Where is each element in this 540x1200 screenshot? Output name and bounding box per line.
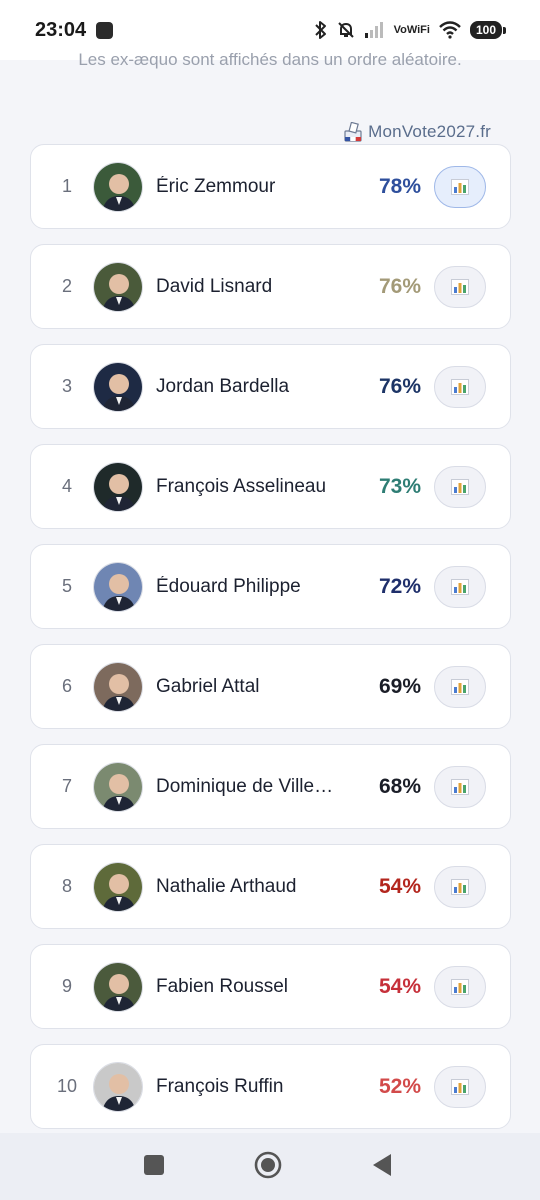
notification-square-icon (96, 21, 114, 39)
bar-chart-icon (451, 878, 469, 895)
system-nav-bar (0, 1133, 540, 1200)
candidate-rank: 1 (61, 176, 72, 196)
candidate-name: François Asselineau (156, 475, 327, 497)
candidate-rank: 7 (61, 776, 72, 796)
candidate-name: Gabriel Attal (156, 675, 260, 697)
bluetooth-icon (314, 20, 328, 40)
wifi-icon (438, 21, 462, 39)
candidate-rank: 3 (61, 376, 72, 396)
candidate-percent: 76% (378, 374, 421, 398)
candidate-rank: 2 (61, 276, 72, 296)
candidate-name: Édouard Philippe (156, 575, 301, 597)
cell-signal-icon (364, 21, 386, 39)
chart-button[interactable] (434, 465, 486, 508)
candidate-avatar (93, 161, 143, 212)
candidate-avatar (93, 761, 143, 812)
chart-button[interactable] (434, 965, 486, 1008)
bar-chart-icon (451, 478, 469, 495)
candidate-avatar (93, 661, 143, 712)
chart-button[interactable] (434, 565, 486, 608)
candidate-name: Dominique de Ville… (156, 775, 334, 797)
candidate-rank: 9 (61, 976, 72, 996)
candidate-rank: 5 (61, 576, 72, 596)
bar-chart-icon (451, 278, 469, 295)
candidate-list: 1 Éric Zemmour 78% 2 David Lisnard 76% 3 Jordan… (30, 144, 511, 1144)
vowifi-icon: Vo WiFi (393, 23, 430, 36)
ballot-box-icon (344, 122, 362, 142)
bar-chart-icon (451, 678, 469, 695)
recents-square-icon[interactable] (144, 1155, 164, 1175)
chart-button[interactable] (434, 665, 486, 708)
candidate-name: Fabien Roussel (156, 975, 289, 997)
bar-chart-icon (451, 578, 469, 595)
candidate-rank: 6 (61, 676, 72, 696)
bar-chart-icon (451, 1078, 469, 1095)
candidate-avatar (93, 861, 143, 912)
brand-label: MonVote2027.fr (368, 122, 491, 141)
candidate-row[interactable]: 5 Édouard Philippe 72% (30, 544, 511, 629)
chart-button[interactable] (434, 165, 486, 208)
status-left: 23:04 (35, 18, 114, 42)
candidate-rank: 10 (56, 1076, 78, 1096)
candidate-name: David Lisnard (156, 275, 273, 297)
candidate-row[interactable]: 7 Dominique de Ville… 68% (30, 744, 511, 829)
chart-button[interactable] (434, 265, 486, 308)
candidate-percent: 68% (378, 774, 421, 798)
chart-button[interactable] (434, 765, 486, 808)
chart-button[interactable] (434, 365, 486, 408)
candidate-row[interactable]: 1 Éric Zemmour 78% (30, 144, 511, 229)
candidate-percent: 76% (378, 274, 421, 298)
status-right: Vo WiFi 100 (314, 20, 507, 40)
vowifi-bottom: WiFi (406, 23, 430, 36)
bar-chart-icon (451, 778, 469, 795)
bar-chart-icon (451, 978, 469, 995)
tie-note: Les ex-æquo sont affichés dans un ordre … (78, 50, 462, 69)
vowifi-top: Vo (393, 23, 407, 36)
candidate-percent: 72% (378, 574, 421, 598)
candidate-percent: 54% (378, 974, 421, 998)
battery-icon: 100 (469, 21, 507, 39)
candidate-row[interactable]: 2 David Lisnard 76% (30, 244, 511, 329)
candidate-avatar (93, 261, 143, 312)
candidate-rank: 8 (61, 876, 72, 896)
candidate-row[interactable]: 10 François Ruffin 52% (30, 1044, 511, 1129)
bar-chart-icon (451, 178, 469, 195)
brand[interactable]: MonVote2027.fr (344, 122, 491, 142)
back-triangle-icon[interactable] (372, 1153, 392, 1177)
bell-off-icon (336, 20, 356, 40)
candidate-row[interactable]: 6 Gabriel Attal 69% (30, 644, 511, 729)
chart-button[interactable] (434, 865, 486, 908)
candidate-percent: 54% (378, 874, 421, 898)
candidate-percent: 52% (378, 1074, 421, 1098)
candidate-avatar (93, 961, 143, 1012)
candidate-row[interactable]: 3 Jordan Bardella 76% (30, 344, 511, 429)
candidate-name: Jordan Bardella (156, 375, 290, 397)
candidate-avatar (93, 461, 143, 512)
candidate-row[interactable]: 4 François Asselineau 73% (30, 444, 511, 529)
candidate-percent: 69% (378, 674, 421, 698)
candidate-avatar (93, 1061, 143, 1112)
candidate-avatar (93, 561, 143, 612)
candidate-row[interactable]: 8 Nathalie Arthaud 54% (30, 844, 511, 929)
candidate-row[interactable]: 9 Fabien Roussel 54% (30, 944, 511, 1029)
candidate-rank: 4 (61, 476, 72, 496)
chart-button[interactable] (434, 1065, 486, 1108)
candidate-percent: 78% (378, 174, 421, 198)
candidate-name: François Ruffin (156, 1075, 284, 1097)
bar-chart-icon (451, 378, 469, 395)
status-time: 23:04 (35, 18, 87, 41)
candidate-name: Nathalie Arthaud (156, 875, 297, 897)
home-circle-icon[interactable] (254, 1151, 282, 1179)
candidate-percent: 73% (378, 474, 421, 498)
candidate-name: Éric Zemmour (156, 175, 276, 197)
candidate-avatar (93, 361, 143, 412)
